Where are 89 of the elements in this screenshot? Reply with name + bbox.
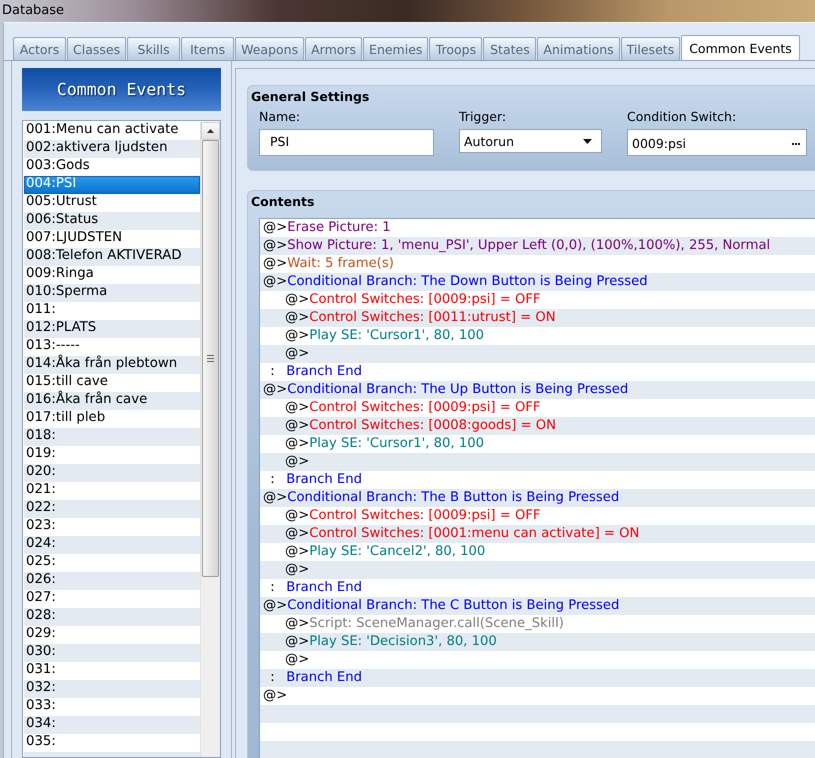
list-header: Common Events (22, 68, 221, 111)
list-item[interactable]: 025: (24, 554, 200, 572)
list-item[interactable]: 008:Telefon AKTIVERAD (24, 248, 200, 266)
list-item[interactable]: 010:Sperma (24, 284, 200, 302)
condition-switch-field[interactable]: 0009:psi (627, 129, 807, 156)
list-item[interactable]: 035: (24, 734, 200, 752)
list-item[interactable]: 032: (24, 680, 200, 698)
tab[interactable]: Common Events (681, 35, 800, 60)
window-title: Database (2, 2, 64, 18)
list-item[interactable]: 005:Utrust (24, 194, 200, 212)
event-command[interactable]: : Branch End (260, 669, 815, 687)
list-item[interactable]: 009:Ringa (24, 266, 200, 284)
event-command[interactable]: @>Script: SceneManager.call(Scene_Skill) (260, 615, 815, 633)
list-item[interactable]: 023: (24, 518, 200, 536)
list-item[interactable]: 006:Status (24, 212, 200, 230)
caret-icon[interactable] (583, 138, 592, 144)
grip-icon (207, 355, 214, 362)
list-item[interactable]: 012:PLATS (24, 320, 200, 338)
list-item[interactable]: 033: (24, 698, 200, 716)
scrollbar-thumb[interactable] (202, 140, 219, 577)
list-item[interactable]: 004:PSI (24, 176, 200, 194)
tab[interactable]: Weapons (235, 37, 304, 60)
field-label: Trigger: (459, 109, 506, 125)
list-item[interactable]: 016:Åka från cave (24, 392, 200, 410)
list-item[interactable]: 018: (24, 428, 200, 446)
list-item[interactable]: 020: (24, 464, 200, 482)
event-command[interactable]: @>Wait: 5 frame(s) (260, 255, 815, 273)
up-arrow-icon[interactable] (207, 129, 214, 133)
event-command[interactable]: @>Conditional Branch: The Down Button is Being Pressed (260, 273, 815, 291)
field-label: Name: (259, 109, 300, 125)
tab[interactable]: States (483, 37, 536, 60)
event-command[interactable]: @> (260, 561, 815, 579)
event-command[interactable]: @>Play SE: 'Cancel2', 80, 100 (260, 543, 815, 561)
tab[interactable]: Animations (537, 37, 620, 60)
list-item[interactable]: 031: (24, 662, 200, 680)
list-item[interactable]: 030: (24, 644, 200, 662)
list-item[interactable]: 027: (24, 590, 200, 608)
list-item[interactable]: 011: (24, 302, 200, 320)
event-command[interactable]: : Branch End (260, 471, 815, 489)
event-command[interactable]: @> (260, 651, 815, 669)
group-title: General Settings (251, 89, 370, 105)
tab[interactable]: Enemies (363, 37, 428, 60)
list-item[interactable]: 017:till pleb (24, 410, 200, 428)
event-command[interactable]: @>Control Switches: [0001:menu can activate] = ON (260, 525, 815, 543)
event-command[interactable]: @>Control Switches: [0009:psi] = OFF (260, 291, 815, 309)
list-item[interactable]: 022: (24, 500, 200, 518)
event-command[interactable]: @>Control Switches: [0009:psi] = OFF (260, 399, 815, 417)
list-item[interactable]: 024: (24, 536, 200, 554)
event-command[interactable]: : Branch End (260, 363, 815, 381)
list-item[interactable]: 003:Gods (24, 158, 200, 176)
event-command[interactable]: @> (260, 687, 815, 705)
event-command[interactable]: @>Play SE: 'Cursor1', 80, 100 (260, 327, 815, 345)
field-label: Condition Switch: (627, 109, 736, 125)
event-command[interactable]: @>Conditional Branch: The Up Button is Being Pressed (260, 381, 815, 399)
list-item[interactable]: 015:till cave (24, 374, 200, 392)
event-command[interactable]: @>Erase Picture: 1 (260, 219, 815, 237)
event-command[interactable]: @>Control Switches: [0008:goods] = ON (260, 417, 815, 435)
event-command[interactable]: @>Conditional Branch: The B Button is Being Pressed (260, 489, 815, 507)
list-item[interactable]: 028: (24, 608, 200, 626)
tab[interactable]: Tilesets (620, 37, 680, 60)
tab[interactable]: Skills (127, 37, 180, 60)
event-command[interactable]: @>Control Switches: [0011:utrust] = ON (260, 309, 815, 327)
tab[interactable]: Classes (67, 37, 126, 60)
list-item[interactable]: 019: (24, 446, 200, 464)
tab[interactable]: Troops (429, 37, 482, 60)
name-field[interactable]: PSI (259, 129, 434, 156)
group-title: Contents (251, 194, 314, 210)
tab[interactable]: Armors (305, 37, 362, 60)
list-item[interactable]: 013:----- (24, 338, 200, 356)
event-command[interactable]: : Branch End (260, 579, 815, 597)
event-command[interactable]: @>Conditional Branch: The C Button is Being Pressed (260, 597, 815, 615)
list-item[interactable]: 034: (24, 716, 200, 734)
event-command[interactable]: @> (260, 345, 815, 363)
tab[interactable]: Items (181, 37, 234, 60)
event-command[interactable]: @>Play SE: 'Cursor1', 80, 100 (260, 435, 815, 453)
list-item[interactable]: 021: (24, 482, 200, 500)
event-command[interactable]: @>Play SE: 'Decision3', 80, 100 (260, 633, 815, 651)
list-item[interactable]: 001:Menu can activate (24, 122, 200, 140)
event-command[interactable]: @>Control Switches: [0009:psi] = OFF (260, 507, 815, 525)
event-command[interactable]: @> (260, 453, 815, 471)
event-command[interactable]: @>Show Picture: 1, 'menu_PSI', Upper Left (0,0), (100%,100%), 255, Normal (260, 237, 815, 255)
list-item[interactable]: 007:LJUDSTEN (24, 230, 200, 248)
list-item[interactable]: 014:Åka från plebtown (24, 356, 200, 374)
list-item[interactable]: 002:aktivera ljudsten (24, 140, 200, 158)
list-item[interactable]: 029: (24, 626, 200, 644)
tab[interactable]: Actors (13, 37, 66, 60)
trigger-dropdown[interactable]: Autorun (459, 129, 602, 153)
scroll-up-button[interactable] (201, 122, 220, 140)
list-item[interactable]: 026: (24, 572, 200, 590)
